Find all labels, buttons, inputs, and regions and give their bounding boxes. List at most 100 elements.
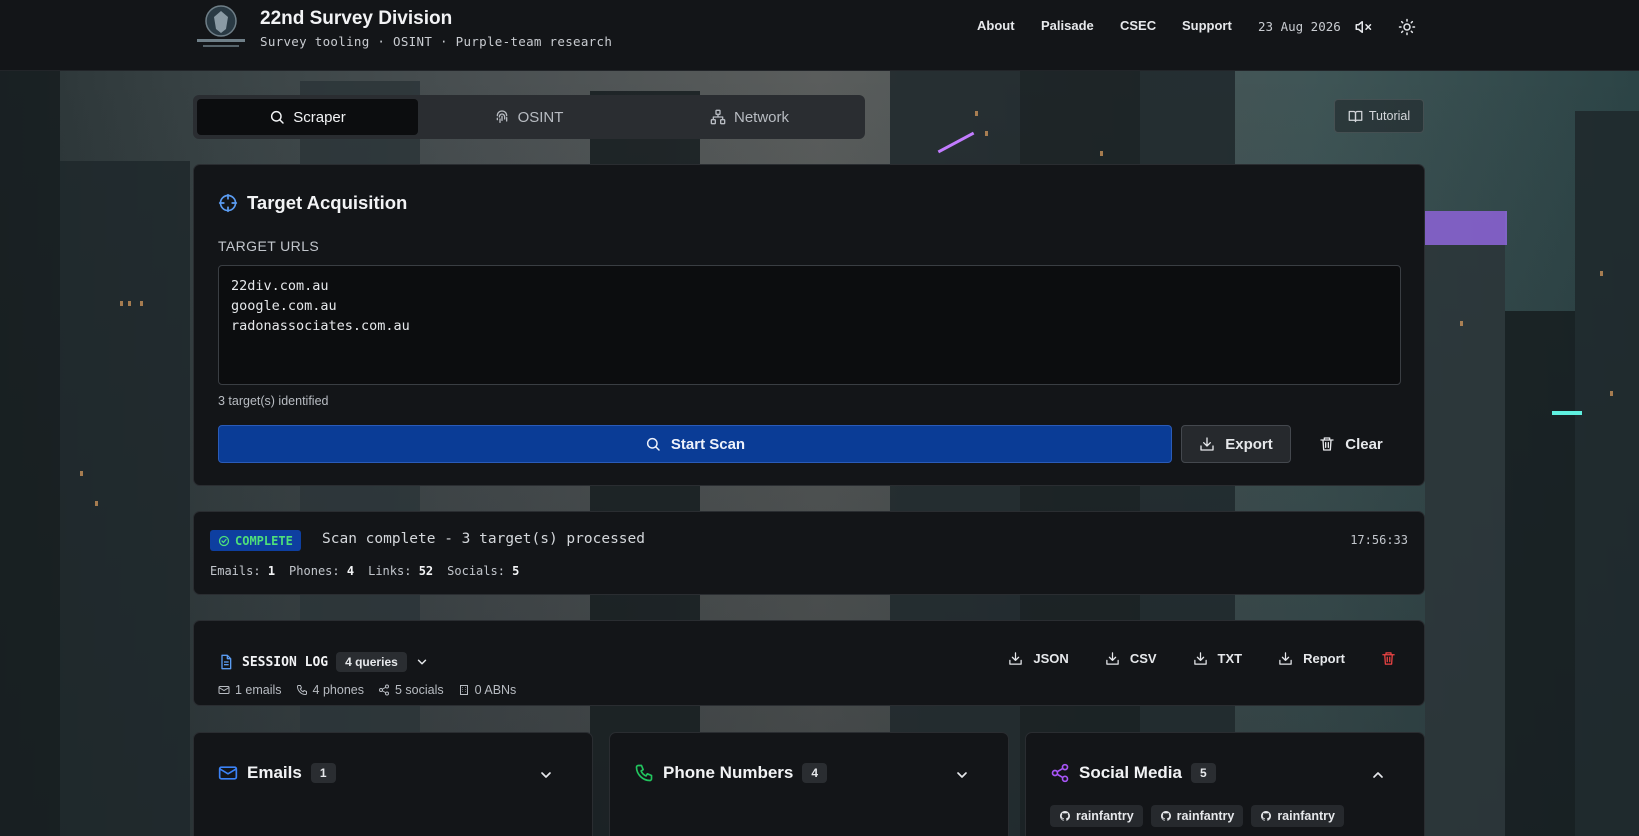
phone-numbers-panel: Phone Numbers 4 [609,732,1009,836]
crosshair-icon [218,193,238,213]
status-message: Scan complete - 3 target(s) processed [322,531,646,547]
download-icon [1279,652,1292,665]
building-icon [459,685,468,695]
card-title-text: Target Acquisition [247,192,408,213]
mail-icon [218,766,238,780]
emails-count-badge: 1 [310,763,336,783]
clear-button[interactable]: Clear [1299,425,1403,463]
mute-icon[interactable] [1354,18,1372,36]
tab-label: OSINT [517,108,564,126]
social-chip-github[interactable]: rainfantry [1251,805,1344,827]
document-icon [218,654,234,670]
download-icon [1199,436,1215,452]
status-time: 17:56:33 [1350,533,1408,547]
scan-stats: Emails: 1 Phones: 4 Links: 52 Socials: 5 [210,564,519,578]
target-acquisition-title: Target Acquisition [218,192,407,214]
github-icon [1261,811,1272,821]
chevron-down-icon[interactable] [415,655,429,669]
session-log-title: SESSION LOG [242,654,329,670]
stat-links: Links: 52 [368,564,434,578]
meta-phones: 4 phones [296,683,364,697]
search-icon [269,109,285,125]
share-icon [378,684,389,696]
phone-icon [635,764,653,782]
status-badge: COMPLETE [210,530,301,551]
network-icon [710,109,726,125]
download-csv-button[interactable]: CSV [1105,651,1157,666]
session-log-card: SESSION LOG 4 queries 1 emails 4 phones … [193,620,1425,706]
tab-label: Scraper [293,108,346,126]
stat-phones: Phones: 4 [289,564,355,578]
phones-count-badge: 4 [802,763,828,783]
queries-badge: 4 queries [336,652,407,672]
stat-emails: Emails: 1 [210,564,276,578]
stat-socials: Socials: 5 [447,564,520,578]
tab-label: Network [733,108,789,126]
social-chip-github[interactable]: rainfantry [1050,805,1143,827]
social-media-panel-header[interactable]: Social Media 5 [1050,763,1216,783]
nav-support[interactable]: Support [1182,18,1232,33]
target-urls-label: TARGET URLS [218,238,320,254]
download-icon [1106,652,1119,665]
meta-abns: 0 ABNs [458,683,516,697]
chevron-up-icon[interactable] [1370,767,1386,783]
social-media-panel: Social Media 5 rainfantry rainfantry rai… [1025,732,1425,836]
phone-icon [296,685,307,695]
meta-emails: 1 emails [218,683,282,697]
download-icon [1009,652,1023,665]
target-acquisition-card: Target Acquisition TARGET URLS 3 target(… [193,164,1425,486]
share-icon [1051,763,1069,783]
export-button[interactable]: Export [1181,425,1291,463]
download-report-button[interactable]: Report [1278,651,1345,666]
nav-date: 23 Aug 2026 [1258,19,1341,34]
tab-scraper[interactable]: Scraper [197,99,418,135]
socials-count-badge: 5 [1190,763,1216,783]
book-icon [1348,109,1363,124]
start-scan-button[interactable]: Start Scan [218,425,1172,463]
phone-numbers-panel-title: Phone Numbers [663,763,794,782]
session-log-actions: JSON CSV TXT Report [1008,651,1396,666]
social-media-panel-title: Social Media [1079,763,1182,782]
search-icon [645,436,661,452]
tab-network[interactable]: Network [639,99,860,135]
clear-label: Clear [1345,435,1383,453]
top-header: 22nd Survey Division Survey tooling · OS… [0,0,1639,71]
fingerprint-icon [494,109,510,125]
github-icon [1060,811,1070,821]
status-badge-label: COMPLETE [235,533,293,548]
trash-icon [1382,652,1395,665]
emails-panel-header[interactable]: Emails 1 [218,763,336,783]
nav-palisade[interactable]: Palisade [1041,18,1094,33]
target-count-note: 3 target(s) identified [218,394,329,408]
download-txt-button[interactable]: TXT [1193,651,1242,666]
session-meta: 1 emails 4 phones 5 socials 0 ABNs [218,683,516,697]
emails-panel: Emails 1 [193,732,593,836]
trash-icon [1319,436,1335,452]
tab-osint[interactable]: OSINT [418,99,639,135]
export-label: Export [1225,435,1273,453]
main-nav: About Palisade CSEC Support 23 Aug 2026 [0,18,1639,38]
github-icon [1160,811,1171,821]
meta-socials: 5 socials [378,683,444,697]
chevron-down-icon[interactable] [538,767,554,783]
session-log-header[interactable]: SESSION LOG 4 queries [218,652,429,672]
social-chips: rainfantry rainfantry rainfantry [1050,805,1344,827]
chevron-down-icon[interactable] [954,767,970,783]
delete-log-button[interactable] [1381,651,1396,666]
check-circle-icon [218,535,230,547]
target-urls-input[interactable] [218,265,1401,385]
tutorial-button[interactable]: Tutorial [1334,99,1424,133]
download-icon [1193,652,1207,665]
tutorial-label: Tutorial [1368,109,1411,123]
nav-csec[interactable]: CSEC [1120,18,1156,33]
tool-tabs: Scraper OSINT Network [193,95,865,139]
phone-numbers-panel-header[interactable]: Phone Numbers 4 [634,763,828,783]
scan-status-card: COMPLETE Scan complete - 3 target(s) pro… [193,511,1425,595]
sun-icon[interactable] [1398,18,1416,36]
start-scan-label: Start Scan [670,435,746,453]
social-chip-github[interactable]: rainfantry [1150,805,1244,827]
emails-panel-title: Emails [247,763,302,782]
mail-icon [218,686,230,694]
download-json-button[interactable]: JSON [1008,651,1069,666]
nav-about[interactable]: About [977,18,1015,33]
